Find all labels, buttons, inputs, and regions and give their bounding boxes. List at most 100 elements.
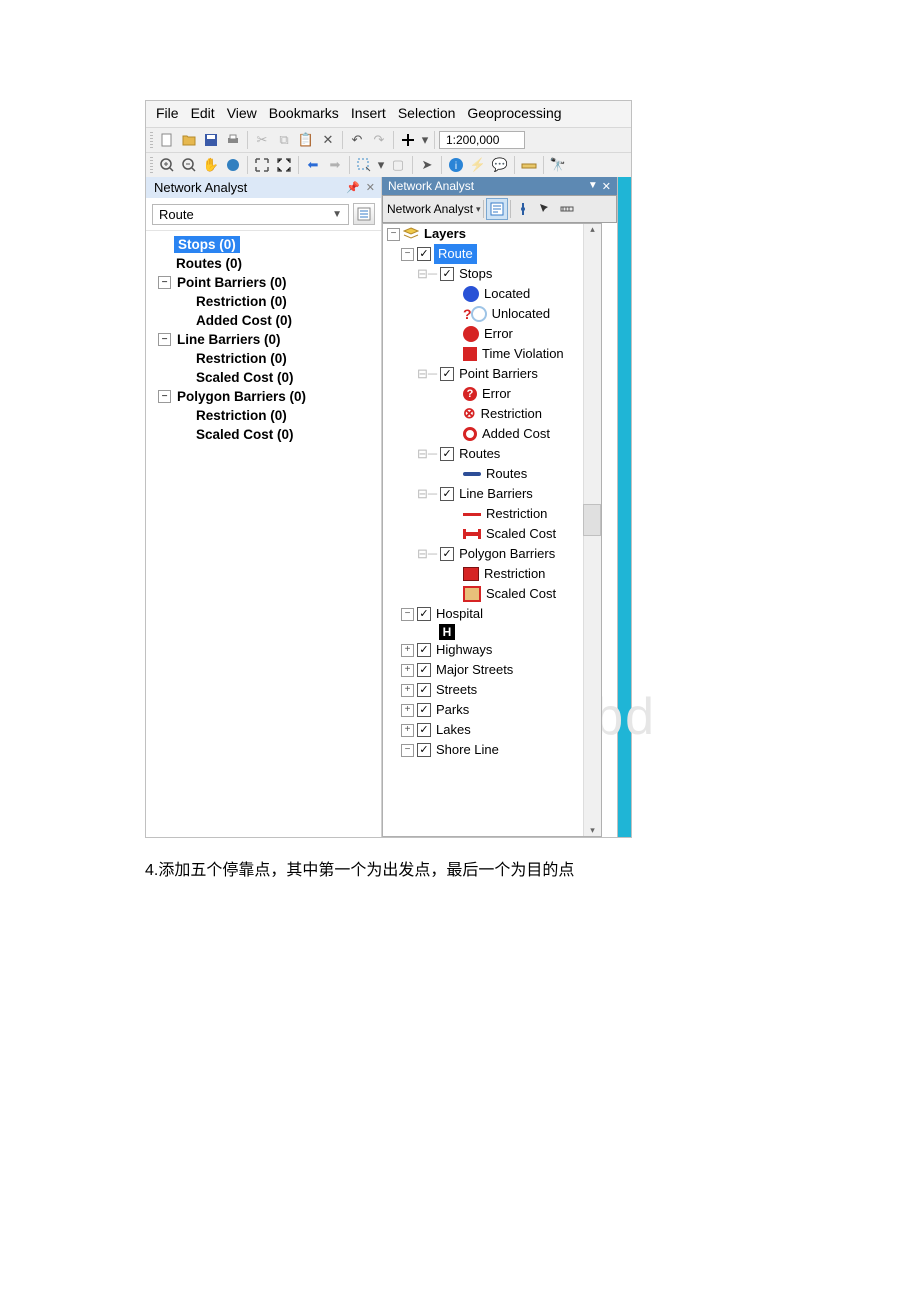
checkbox-icon[interactable] <box>440 267 454 281</box>
na-item-pb-added-cost[interactable]: Added Cost (0) <box>146 311 381 330</box>
toc-parks[interactable]: +Parks <box>383 700 601 720</box>
na-layer-combo[interactable]: Route ▼ <box>152 204 349 225</box>
toc-lakes[interactable]: +Lakes <box>383 720 601 740</box>
chevron-down-icon: ▼ <box>332 209 342 220</box>
checkbox-icon[interactable] <box>417 703 431 717</box>
na-item-polygon-barriers[interactable]: −Polygon Barriers (0) <box>146 387 381 406</box>
toc-error: Error <box>383 324 601 344</box>
checkbox-icon[interactable] <box>417 247 431 261</box>
na-item-lb-restriction[interactable]: Restriction (0) <box>146 349 381 368</box>
redo-icon: ↷ <box>369 130 389 150</box>
checkbox-icon[interactable] <box>417 643 431 657</box>
toc-lb-restriction: Restriction <box>383 504 601 524</box>
menu-geoprocessing[interactable]: Geoprocessing <box>467 105 561 121</box>
checkbox-icon[interactable] <box>417 663 431 677</box>
scroll-down-icon[interactable]: ▾ <box>584 825 601 836</box>
select-move-button[interactable] <box>535 199 555 219</box>
toc-hospital[interactable]: −Hospital <box>383 604 601 624</box>
na-properties-button[interactable] <box>353 203 375 225</box>
toc-route[interactable]: −Route <box>383 244 601 264</box>
na-item-stops[interactable]: Stops (0) <box>146 235 381 254</box>
na-panel-title: Network Analyst <box>154 180 247 195</box>
na-window-button[interactable] <box>486 198 508 220</box>
menu-selection[interactable]: Selection <box>398 105 456 121</box>
toc-highways[interactable]: +Highways <box>383 640 601 660</box>
na-item-point-barriers[interactable]: −Point Barriers (0) <box>146 273 381 292</box>
checkbox-icon[interactable] <box>440 367 454 381</box>
new-icon[interactable] <box>157 130 177 150</box>
select-features-icon[interactable] <box>354 155 374 175</box>
checkbox-icon[interactable] <box>440 487 454 501</box>
close-icon[interactable]: ✕ <box>366 181 375 194</box>
toc-shore[interactable]: −Shore Line <box>383 740 601 760</box>
open-icon[interactable] <box>179 130 199 150</box>
hyperlink-icon: ⚡ <box>468 155 488 175</box>
na-floatbar-title: Network Analyst <box>388 179 474 193</box>
pointer-icon[interactable]: ➤ <box>417 155 437 175</box>
hospital-icon: H <box>439 624 455 640</box>
na-item-gb-restriction[interactable]: Restriction (0) <box>146 406 381 425</box>
identify-icon[interactable]: i <box>446 155 466 175</box>
solve-button[interactable] <box>557 199 577 219</box>
find-icon[interactable]: 🔭 <box>548 155 568 175</box>
ring-icon <box>463 427 477 441</box>
toc-gb-scaled: Scaled Cost <box>383 584 601 604</box>
toc-pb-restriction: ⊗Restriction <box>383 404 601 424</box>
toc-polygon-barriers[interactable]: ⊟─Polygon Barriers <box>383 544 601 564</box>
menu-bookmarks[interactable]: Bookmarks <box>269 105 339 121</box>
na-item-gb-scaled-cost[interactable]: Scaled Cost (0) <box>146 425 381 444</box>
toc-line-barriers[interactable]: ⊟─Line Barriers <box>383 484 601 504</box>
fixed-zoom-out-icon[interactable] <box>274 155 294 175</box>
checkbox-icon[interactable] <box>417 743 431 757</box>
toc-hospital-sym: H <box>383 624 601 640</box>
toc-routes[interactable]: ⊟─Routes <box>383 444 601 464</box>
zoom-out-icon[interactable] <box>179 155 199 175</box>
back-icon[interactable]: ⬅ <box>303 155 323 175</box>
print-icon[interactable] <box>223 130 243 150</box>
paste-icon[interactable]: 📋 <box>296 130 316 150</box>
menu-file[interactable]: File <box>156 105 179 121</box>
toc-pb-added: Added Cost <box>383 424 601 444</box>
na-tree: Stops (0) Routes (0) −Point Barriers (0)… <box>146 231 381 837</box>
checkbox-icon[interactable] <box>440 547 454 561</box>
checkbox-icon[interactable] <box>417 723 431 737</box>
measure-icon[interactable] <box>519 155 539 175</box>
na-item-pb-restriction[interactable]: Restriction (0) <box>146 292 381 311</box>
pin-icon[interactable]: 📌 <box>346 181 360 194</box>
dropdown-arrow-icon[interactable]: ▾ <box>420 130 430 150</box>
zoom-in-icon[interactable] <box>157 155 177 175</box>
scrollbar-thumb[interactable] <box>583 504 601 536</box>
checkbox-icon[interactable] <box>417 683 431 697</box>
save-icon[interactable] <box>201 130 221 150</box>
scroll-up-icon[interactable]: ▴ <box>584 224 601 235</box>
menu-insert[interactable]: Insert <box>351 105 386 121</box>
full-extent-icon[interactable] <box>223 155 243 175</box>
na-floatbar-menu[interactable]: Network Analyst <box>387 202 481 216</box>
na-item-line-barriers[interactable]: −Line Barriers (0) <box>146 330 381 349</box>
undo-icon[interactable]: ↶ <box>347 130 367 150</box>
create-location-button[interactable] <box>513 199 533 219</box>
na-item-lb-scaled-cost[interactable]: Scaled Cost (0) <box>146 368 381 387</box>
toc-point-barriers[interactable]: ⊟─Point Barriers <box>383 364 601 384</box>
fixed-zoom-in-icon[interactable] <box>252 155 272 175</box>
toc-gb-restriction: Restriction <box>383 564 601 584</box>
na-item-routes[interactable]: Routes (0) <box>146 254 381 273</box>
table-of-contents: −Layers −Route ⊟─Stops Located ?Unlocate… <box>382 223 602 837</box>
toc-major-streets[interactable]: +Major Streets <box>383 660 601 680</box>
float-dropdown-icon[interactable]: ▼ <box>588 180 598 193</box>
toc-stops[interactable]: ⊟─Stops <box>383 264 601 284</box>
forward-icon: ➡ <box>325 155 345 175</box>
checkbox-icon[interactable] <box>417 607 431 621</box>
dropdown-arrow-icon[interactable]: ▾ <box>376 155 386 175</box>
menu-view[interactable]: View <box>227 105 257 121</box>
menu-edit[interactable]: Edit <box>191 105 215 121</box>
delete-icon[interactable]: ✕ <box>318 130 338 150</box>
add-data-icon[interactable] <box>398 130 418 150</box>
toc-streets[interactable]: +Streets <box>383 680 601 700</box>
toc-layers[interactable]: −Layers <box>383 224 601 244</box>
float-close-icon[interactable]: ✕ <box>602 180 611 193</box>
scale-input[interactable]: 1:200,000 <box>439 131 525 149</box>
pan-icon[interactable]: ✋ <box>201 155 221 175</box>
html-popup-icon[interactable]: 💬 <box>490 155 510 175</box>
checkbox-icon[interactable] <box>440 447 454 461</box>
